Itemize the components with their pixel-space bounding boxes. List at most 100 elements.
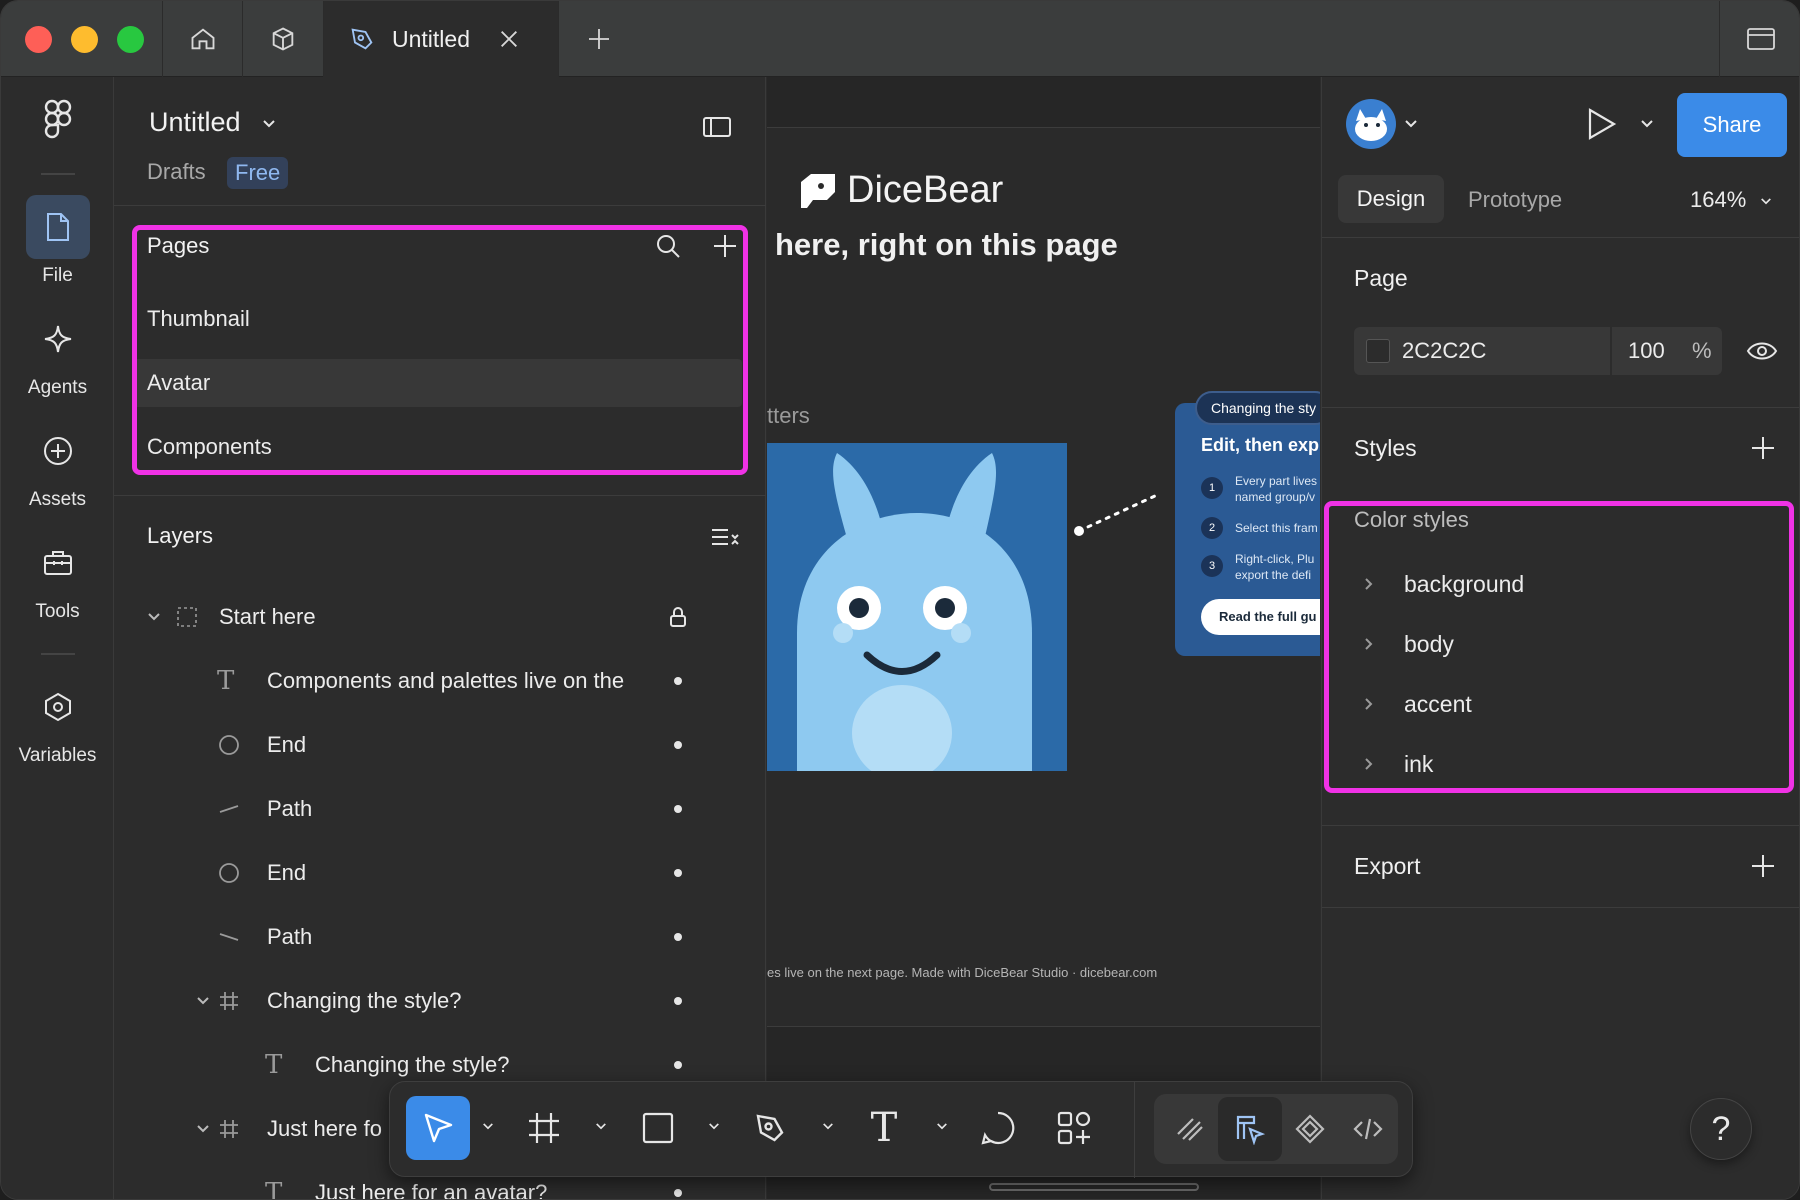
layer-row[interactable]: End [114,717,766,773]
close-window-button[interactable] [25,26,52,53]
avatar[interactable] [1346,99,1396,149]
share-button[interactable]: Share [1677,93,1787,157]
rectangle-tool[interactable] [626,1096,690,1160]
chevron-down-icon[interactable] [482,1122,494,1131]
layer-row[interactable]: End [114,845,766,901]
text-icon: T [870,1105,898,1151]
path-icon [219,933,239,941]
step-text: Select this fram [1235,521,1318,535]
horizontal-scrollbar[interactable] [989,1183,1199,1191]
visibility-dot[interactable] [674,869,682,877]
new-tab-button[interactable] [559,1,639,77]
dev-mode[interactable] [1336,1097,1400,1161]
chevron-down-icon[interactable] [708,1122,720,1131]
page-section-heading: Page [1354,265,1408,291]
pen-tool-icon [756,1114,784,1142]
component-icon [1295,1114,1325,1144]
page-color-field[interactable]: 2C2C2C [1354,327,1610,375]
visibility-dot[interactable] [674,933,682,941]
file-title[interactable]: Untitled [149,107,276,138]
close-icon[interactable] [498,28,520,50]
canvas-footer-text: es live on the next page. Made with Dice… [767,965,1158,980]
chevron-down-icon[interactable] [1404,119,1418,129]
lock-icon[interactable] [669,606,687,628]
color-styles-highlight-box [1324,501,1794,793]
layer-row[interactable]: T Components and palettes live on the [114,653,766,709]
layer-row[interactable]: Changing the style? [114,973,766,1029]
window-icon [1746,28,1775,50]
chevron-down-icon[interactable] [196,1124,210,1134]
avatar-illustration[interactable] [767,443,1067,771]
minimize-window-button[interactable] [71,26,98,53]
zoom-dropdown[interactable]: 164% [1690,187,1772,213]
plan-badge[interactable]: Free [227,157,289,189]
layer-row[interactable]: Path [114,909,766,965]
frame-icon [220,992,238,1010]
chevron-down-icon[interactable] [147,612,161,622]
step-text-line: Right-click, Plu [1235,552,1315,566]
page-opacity-field[interactable]: 100 % [1612,327,1722,375]
step-number: 3 [1201,555,1223,577]
help-button[interactable]: ? [1690,1098,1752,1160]
add-style-icon[interactable] [1750,435,1776,461]
rail-agents[interactable]: Agents [1,307,114,399]
layer-name: Just here for an avatar? [315,1180,548,1200]
components-mode[interactable] [1278,1097,1342,1161]
maximize-window-button[interactable] [117,26,144,53]
community-button[interactable] [242,1,323,77]
home-button[interactable] [162,1,242,77]
rail-tools[interactable]: Tools [1,531,114,623]
read-guide-button[interactable]: Read the full gu [1201,599,1320,635]
pen-tool[interactable] [738,1096,802,1160]
design-mode[interactable] [1218,1097,1282,1161]
canvas[interactable]: DiceBear here, right on this page tters … [767,77,1320,1199]
guide-card[interactable]: Changing the sty Edit, then exp 1 Every … [1175,391,1320,656]
chevron-down-icon[interactable] [595,1122,607,1131]
code-icon [1353,1118,1383,1140]
rail-assets[interactable]: Assets [1,419,114,511]
step-text-line: named group/v [1235,490,1316,504]
visibility-dot[interactable] [674,677,682,685]
step-number: 2 [1201,517,1223,539]
chevron-down-icon[interactable] [196,996,210,1006]
play-icon[interactable] [1586,107,1618,141]
layer-row[interactable]: Start here [114,589,766,645]
eye-icon[interactable] [1746,339,1778,363]
visibility-dot[interactable] [674,805,682,813]
text-tool[interactable]: T [852,1096,916,1160]
actions-tool[interactable] [1042,1096,1106,1160]
layer-list-options-icon[interactable] [710,526,740,550]
color-swatch[interactable] [1366,339,1390,363]
visibility-dot[interactable] [674,741,682,749]
frame-tool[interactable] [512,1096,576,1160]
rail-label: Tools [35,601,80,622]
add-export-icon[interactable] [1750,853,1776,879]
comment-icon [981,1111,1015,1145]
sidebar-toggle-button[interactable] [1719,1,1799,77]
tab-untitled[interactable]: Untitled [323,1,559,77]
right-panel: Share Design Prototype 164% Page 2C2C2C … [1321,77,1799,1199]
dicebear-logo: DiceBear [799,169,1003,212]
visibility-dot[interactable] [674,1061,682,1069]
panel-layout-icon[interactable] [702,115,732,139]
visibility-dot[interactable] [674,997,682,1005]
comment-tool[interactable] [966,1096,1030,1160]
move-tool[interactable] [406,1096,470,1160]
visibility-dot[interactable] [674,1189,682,1197]
chevron-down-icon [1761,198,1772,205]
divider [1322,907,1799,908]
rail-variables[interactable]: Variables [1,675,114,767]
chevron-down-icon[interactable] [936,1122,948,1131]
hexagon-icon [26,675,90,739]
figma-menu-button[interactable] [1,99,114,145]
chevron-down-icon[interactable] [1640,119,1654,129]
tab-design[interactable]: Design [1338,175,1444,223]
tab-prototype[interactable]: Prototype [1468,187,1562,213]
layer-name: Path [267,924,313,949]
draw-mode[interactable] [1158,1097,1222,1161]
chevron-down-icon[interactable] [822,1122,834,1131]
layer-row[interactable]: Path [114,781,766,837]
drafts-link[interactable]: Drafts [147,159,206,185]
rail-file[interactable]: File [1,195,114,287]
styles-heading: Styles [1354,435,1417,461]
